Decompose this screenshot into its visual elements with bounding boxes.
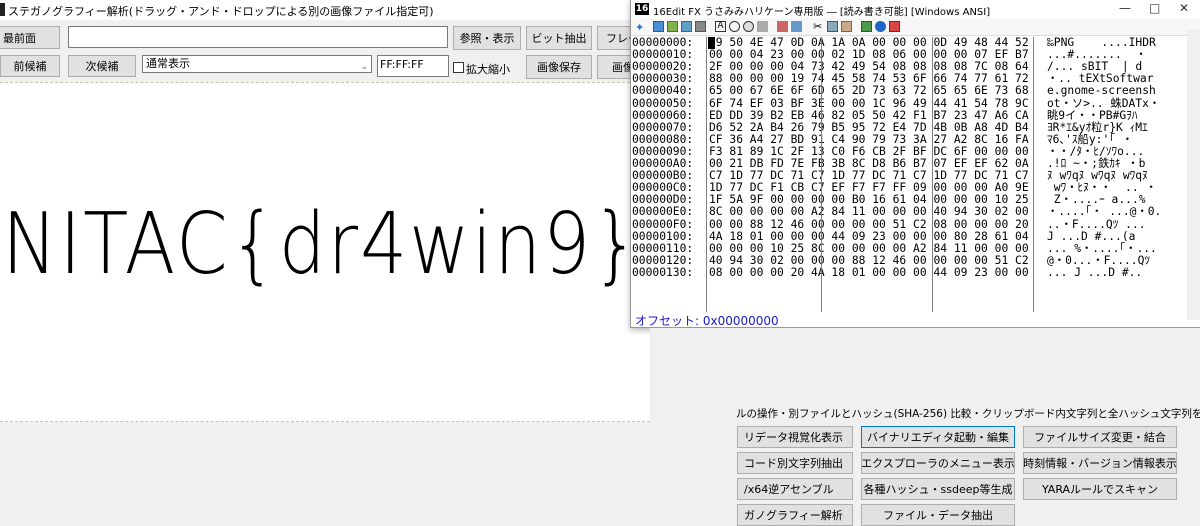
color-value-input[interactable]: FF:FF:FF [377,55,449,77]
save-image-button[interactable]: 画像保存 [526,55,592,79]
hex-row-offset: 00000110: [632,241,694,255]
undo-icon[interactable] [777,21,788,32]
hex-cursor [708,37,715,49]
hex-row-text[interactable]: ... %・....｢・... [1047,242,1157,255]
hex-column-divider [932,37,933,312]
time-version-info-button[interactable]: 時刻情報・バージョン情報表示 [1023,452,1177,474]
hex-row-offset: 00000060: [632,108,694,122]
hex-row-bytes[interactable]: 6F 74 EF 03 BF 3E 00 00 1C 96 49 44 41 5… [709,97,1029,110]
hex-row-offset: 00000040: [632,84,694,98]
hex-window-title: 16Edit FX うさみみハリケーン専用版 ― [読み書き可能] [Windo… [653,7,991,18]
hex-editor-window: 16 16Edit FX うさみみハリケーン専用版 ― [読み書き可能] [Wi… [630,0,1200,328]
browse-display-button[interactable]: 参照・表示 [453,26,521,50]
cut-icon[interactable]: ✂ [813,21,824,32]
hex-column-divider [821,37,822,312]
search-icon[interactable] [729,21,740,32]
info-icon[interactable] [875,21,886,32]
explorer-menu-button[interactable]: エクスプローラのメニュー表示 [861,452,1015,474]
hex-row-bytes[interactable]: 65 00 67 6E 6F 6D 65 2D 73 63 72 65 65 6… [709,85,1029,97]
hex-row-bytes[interactable]: 00 00 00 10 25 8C 00 00 00 00 A2 84 11 0… [709,242,1029,255]
hex-row-text[interactable]: 眺9イ・・PB#Gｦﾊ [1047,109,1138,122]
binary-editor-button[interactable]: バイナリエディタ起動・編集 [861,426,1015,448]
reload-icon[interactable] [681,21,692,32]
minimize-icon[interactable]: — [1119,1,1131,15]
file-ops-header: ルの操作・別ファイルとハッシュ(SHA-256) 比較・クリップボード内文字列と… [736,408,1200,420]
hex-dump-area[interactable]: 00000000: 89 50 4E 47 0D 0A 1A 0A 00 00 0… [631,36,1191,312]
steg-title-bar: ステガノグラフィー解析(ドラッグ・アンド・ドロップによる別の画像ファイル指定可) [0,0,650,20]
prev-candidate-button[interactable]: 前候補 [0,55,60,77]
exit-icon[interactable] [889,21,900,32]
hex-row-text[interactable]: ot・ソ>.. 蛛DATx・ [1047,97,1160,110]
paste-icon[interactable] [841,21,852,32]
hex-row-bytes[interactable]: 00 00 88 12 46 00 00 00 00 51 C2 08 00 0… [709,218,1029,231]
hex-row-offset: 00000100: [632,229,694,243]
hex-row-text[interactable]: ... J ...D #.. [1047,266,1142,279]
text-divider [1033,37,1034,312]
zoom-label: 拡大縮小 [466,63,510,76]
hex-toolbar: ✦ A ✂ [631,18,1200,36]
close-icon[interactable]: ✕ [1179,1,1189,15]
print-icon[interactable] [695,21,706,32]
zoom-checkbox[interactable] [453,62,464,73]
search-next-icon[interactable] [743,21,754,32]
hex-row-offset: 000000E0: [632,205,694,219]
save-icon[interactable] [667,21,678,32]
display-mode-select[interactable]: 通常表示 ⌄ [142,55,372,73]
hex-title-bar: 16 16Edit FX うさみみハリケーン専用版 ― [読み書き可能] [Wi… [631,0,1200,18]
hash-generate-button[interactable]: 各種ハッシュ・ssdeep等生成 [861,478,1015,500]
yara-scan-button[interactable]: YARAルールでスキャン [1023,478,1177,500]
hex-row-text[interactable]: ﾖR*ｴ&yｵ粒r}K ｨMｴ [1047,121,1148,134]
goto-icon[interactable] [757,21,768,32]
hidden-flag-text: NITAC{dr4win9} [2,195,642,294]
disassemble-button[interactable]: /x64逆アセンブル [737,478,853,500]
settings-icon[interactable] [861,21,872,32]
open-icon[interactable] [653,21,664,32]
hex-row-bytes[interactable]: D6 52 2A B4 26 79 B5 95 72 E4 7D 4B 0B A… [709,121,1029,134]
app-logo-icon [0,3,5,16]
hex-row-offset: 00000050: [632,96,694,110]
copy-icon[interactable] [827,21,838,32]
chevron-down-icon: ⌄ [360,62,368,72]
hex-row-text[interactable]: e.gnome-screensh [1047,85,1156,97]
hex-row-offset: 00000070: [632,120,694,134]
hex-row-text[interactable]: ..・F....Qﾂ ... [1047,218,1146,231]
hex-scrollbar[interactable] [1187,30,1200,320]
hex-row-text[interactable]: ・....｢・ ...@・0. [1047,206,1161,218]
pin-icon[interactable]: ✦ [635,21,646,34]
maximize-icon[interactable]: □ [1149,1,1160,15]
file-size-change-button[interactable]: ファイルサイズ変更・結合 [1023,426,1177,448]
hex-app-icon: 16 [635,3,649,15]
hex-row-bytes[interactable]: 08 00 00 00 20 4A 18 01 00 00 00 44 09 2… [709,266,1029,279]
file-data-extract-button[interactable]: ファイル・データ抽出 [861,504,1015,526]
font-icon[interactable]: A [715,21,726,32]
hex-row-bytes[interactable]: ED DD 39 B2 EB 46 82 05 50 42 F1 B7 23 4… [709,109,1029,122]
hex-row-text[interactable]: J ...D #...(a [1047,230,1135,243]
string-extract-button[interactable]: コード別文字列抽出 [737,452,853,474]
offset-divider [706,37,707,312]
data-visualize-button[interactable]: リデータ視覚化表示 [737,426,853,448]
offset-readout: オフセット: 0x00000000 [635,314,779,328]
hex-row-bytes[interactable]: 8C 00 00 00 00 A2 84 11 00 00 00 40 94 3… [709,206,1029,218]
bit-extract-button[interactable]: ビット抽出 [526,26,592,50]
foremost-label: 最前面 [3,31,36,45]
image-path-input[interactable] [68,26,448,48]
hex-row-bytes[interactable]: 4A 18 01 00 00 00 44 09 23 00 00 00 80 2… [709,230,1029,243]
steganography-window: ステガノグラフィー解析(ドラッグ・アンド・ドロップによる別の画像ファイル指定可)… [0,0,650,521]
steg-window-title: ステガノグラフィー解析(ドラッグ・アンド・ドロップによる別の画像ファイル指定可) [8,5,434,18]
next-candidate-button[interactable]: 次候補 [68,55,136,77]
hex-row-offset: 00000130: [632,265,694,279]
hex-row-offset: 000000F0: [632,217,694,231]
display-mode-value: 通常表示 [146,57,190,70]
foremost-toggle-button[interactable]: 最前面 [0,26,60,49]
redo-icon[interactable] [791,21,802,32]
steganography-button[interactable]: ガノグラフィー解析 [737,504,853,526]
